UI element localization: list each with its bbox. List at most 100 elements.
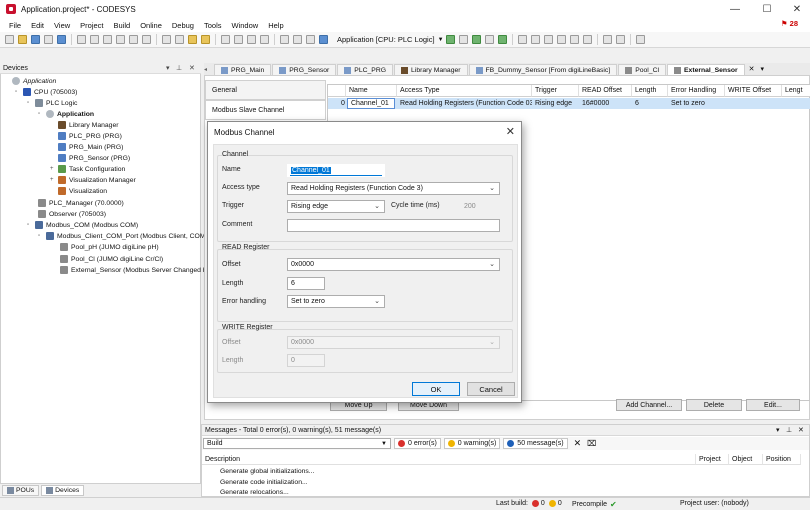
table-row[interactable]: 0 Channel_01 Read Holding Registers (Fun… [328, 98, 810, 109]
tree-item-application[interactable]: ▫ Application [38, 109, 94, 119]
save-all-icon[interactable] [57, 35, 66, 44]
find-next-icon[interactable] [175, 35, 184, 44]
tree-item-cpu[interactable]: ▫ CPU (705003) [15, 87, 77, 97]
step-over-icon[interactable] [530, 35, 540, 44]
side-nav-general[interactable]: General [205, 80, 326, 100]
column-header-error-handling[interactable]: Error Handling [668, 85, 725, 97]
tree-item-visualization[interactable]: Visualization [58, 186, 107, 196]
bookmark-prev-icon[interactable] [234, 35, 243, 44]
tree-item-pool-ph[interactable]: Pool_pH (JUMO digiLine pH) [60, 242, 159, 252]
clear-messages-icon[interactable]: ✕ [574, 438, 582, 449]
delete-icon[interactable] [142, 35, 151, 44]
side-nav-modbus-slave-channel[interactable]: Modbus Slave Channel [205, 100, 326, 120]
column-header-length[interactable]: Length [632, 85, 668, 97]
tab-devices[interactable]: Devices [41, 484, 85, 496]
column-header-position[interactable]: Position [763, 454, 801, 465]
tab-prg-main[interactable]: PRG_Main [214, 64, 272, 75]
expand-icon[interactable]: + [50, 177, 57, 183]
errors-filter[interactable]: 0 error(s) [394, 438, 441, 449]
bookmark-icon[interactable] [221, 35, 230, 44]
menu-project[interactable]: Project [75, 21, 108, 30]
menu-online[interactable]: Online [135, 21, 167, 30]
force-values-icon[interactable] [615, 35, 625, 44]
tree-item-task-configuration[interactable]: + Task Configuration [50, 164, 125, 174]
bookmark-next-icon[interactable] [247, 35, 256, 44]
collapse-icon[interactable]: ▫ [38, 233, 45, 239]
tree-item-library-manager[interactable]: Library Manager [58, 120, 119, 130]
column-header-index[interactable] [328, 85, 346, 97]
redo-icon[interactable] [90, 35, 99, 44]
find-in-project-icon[interactable] [188, 35, 197, 44]
edit-button[interactable]: Edit... [746, 399, 800, 411]
read-offset-select[interactable]: 0x0000 ⌄ [287, 258, 500, 271]
dialog-close-icon[interactable]: ✕ [506, 125, 515, 138]
breakpoint-icon[interactable] [517, 35, 527, 44]
replace-icon[interactable] [201, 35, 210, 44]
expand-icon[interactable]: + [50, 166, 57, 172]
write-values-icon[interactable] [602, 35, 612, 44]
find-icon[interactable] [162, 35, 171, 44]
print-icon[interactable] [44, 35, 53, 44]
bookmark-clear-icon[interactable] [260, 35, 269, 44]
precompile-status[interactable]: Precompile ✔ [572, 500, 617, 509]
tab-fb-dummy-sensor[interactable]: FB_Dummy_Sensor [From digiLineBasic] [468, 64, 618, 75]
tab-pous[interactable]: POUs [2, 484, 40, 496]
message-row[interactable]: Generate code initialization... [202, 478, 696, 487]
window-icon[interactable] [280, 35, 289, 44]
tree-item-external-sensor[interactable]: External_Sensor (Modbus Server Changed b… [60, 265, 212, 275]
tree-item-modbus-client[interactable]: ▫ Modbus_Client_COM_Port (Modbus Client, … [38, 231, 217, 241]
reset-icon[interactable] [497, 35, 507, 44]
tree-item-application-root[interactable]: Application [12, 76, 56, 86]
tab-prg-sensor[interactable]: PRG_Sensor [272, 64, 337, 75]
menu-debug[interactable]: Debug [167, 21, 199, 30]
tree-item-observer[interactable]: Observer (705003) [38, 209, 106, 219]
column-header-object[interactable]: Object [729, 454, 763, 465]
column-header-description[interactable]: Description [202, 454, 696, 465]
menu-build[interactable]: Build [109, 21, 136, 30]
add-object-icon[interactable] [306, 35, 315, 44]
new-file-icon[interactable] [5, 35, 14, 44]
run-to-cursor-icon[interactable] [569, 35, 579, 44]
column-header-project[interactable]: Project [696, 454, 729, 465]
chevron-down-icon[interactable]: ▼ [438, 37, 444, 43]
menu-file[interactable]: File [4, 21, 26, 30]
tree-item-pool-cl[interactable]: Pool_Cl (JUMO digiLine Cr/Cl) [60, 254, 163, 264]
column-header-write-offset[interactable]: WRITE Offset [725, 85, 782, 97]
column-header-write-length[interactable]: Lengt [782, 85, 810, 97]
collapse-icon[interactable]: ▫ [38, 111, 45, 117]
trigger-select[interactable]: Rising edge ⌄ [287, 200, 385, 213]
tree-item-prg-main[interactable]: PRG_Main (PRG) [58, 142, 123, 152]
logout-icon[interactable] [458, 35, 468, 44]
tree-item-prg-sensor[interactable]: PRG_Sensor (PRG) [58, 153, 130, 163]
message-row[interactable]: Generate relocations... [202, 489, 696, 496]
save-icon[interactable] [31, 35, 40, 44]
start-icon[interactable] [471, 35, 481, 44]
copy-icon[interactable] [116, 35, 125, 44]
delete-button[interactable]: Delete [686, 399, 742, 411]
column-header-access-type[interactable]: Access Type [397, 85, 532, 97]
warnings-filter[interactable]: 0 warning(s) [443, 438, 501, 449]
cut-icon[interactable] [103, 35, 112, 44]
menu-view[interactable]: View [49, 21, 75, 30]
minimize-button[interactable]: — [720, 0, 750, 18]
tab-scroll-left-icon[interactable]: ◂ [204, 66, 214, 73]
menu-edit[interactable]: Edit [26, 21, 49, 30]
step-out-icon[interactable] [556, 35, 566, 44]
step-into-icon[interactable] [543, 35, 553, 44]
tree-item-plc-manager[interactable]: PLC_Manager (70.0000) [38, 198, 124, 208]
set-next-icon[interactable] [582, 35, 592, 44]
tab-pool-cl[interactable]: Pool_Cl [618, 64, 666, 75]
build-icon[interactable] [319, 35, 328, 44]
cancel-button[interactable]: Cancel [467, 382, 515, 396]
tab-close-icon[interactable]: ✕ [749, 65, 755, 73]
tab-plc-prg[interactable]: PLC_PRG [337, 64, 394, 75]
tab-list-icon[interactable]: ▾ [761, 65, 765, 73]
column-header-read-offset[interactable]: READ Offset [579, 85, 632, 97]
menu-window[interactable]: Window [227, 21, 264, 30]
tree-item-plc-logic[interactable]: ▫ PLC Logic [27, 98, 77, 108]
tree-item-modbus-com[interactable]: ▫ Modbus_COM (Modbus COM) [27, 220, 138, 230]
tab-library-manager[interactable]: Library Manager [394, 64, 468, 75]
pin-icon[interactable]: ⊥ [786, 426, 792, 434]
properties-icon[interactable] [293, 35, 302, 44]
cell-name[interactable]: Channel_01 [347, 98, 395, 109]
